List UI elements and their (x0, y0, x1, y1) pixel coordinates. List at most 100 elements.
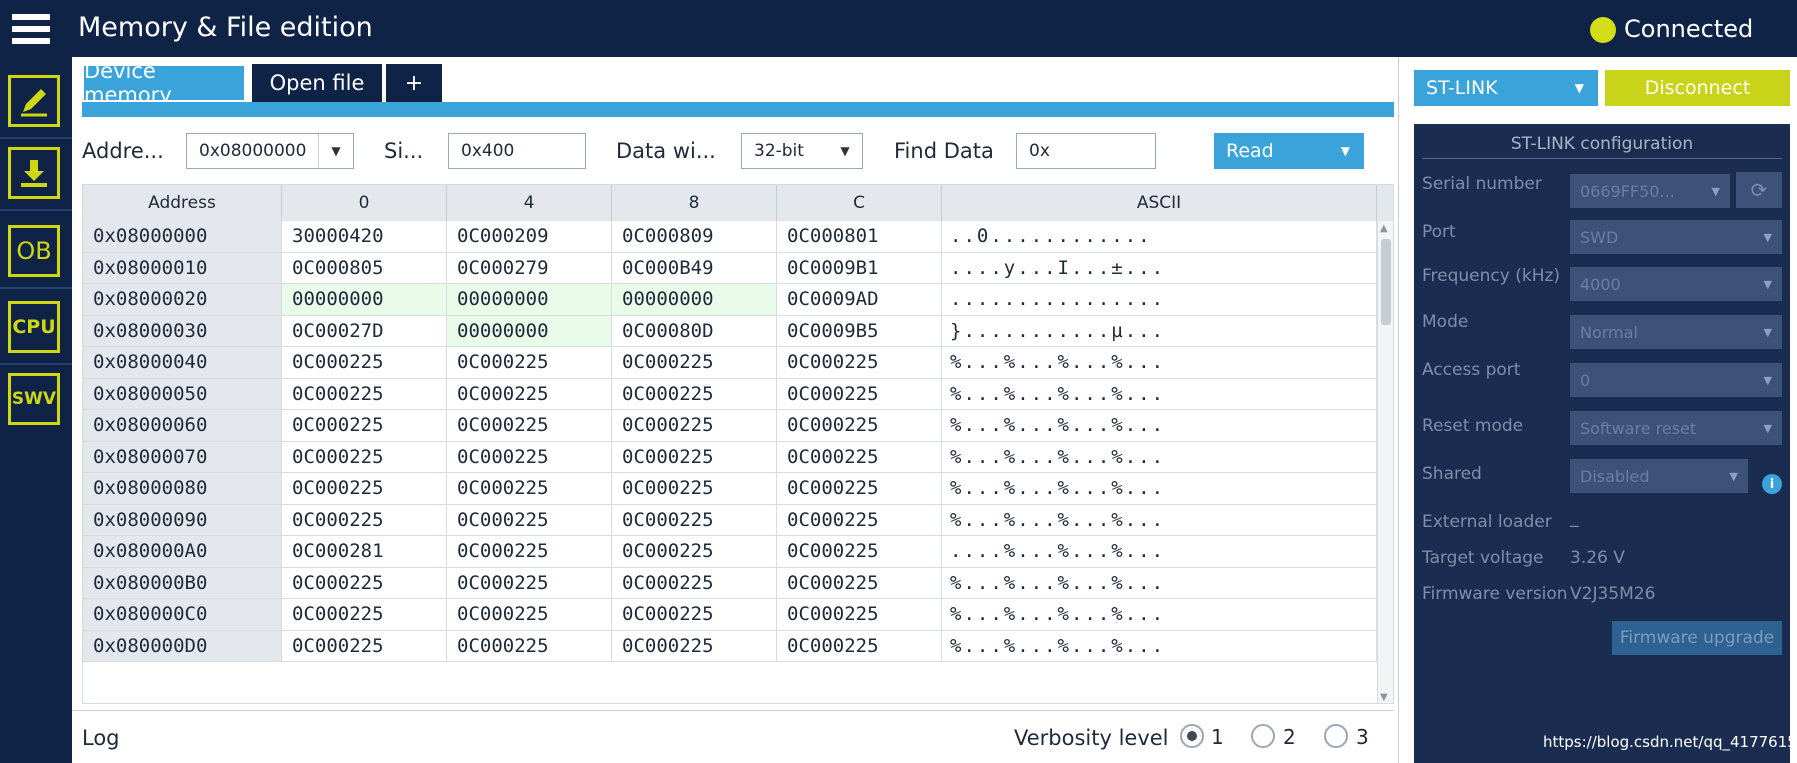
word-cell-4[interactable]: 0C000225 (447, 536, 612, 567)
ascii-cell[interactable]: ..0............ (942, 221, 1377, 252)
address-cell[interactable]: 0x08000080 (83, 473, 282, 504)
word-cell-8[interactable]: 0C00080D (612, 315, 777, 346)
word-cell-0[interactable]: 0C000225 (282, 473, 447, 504)
word-cell-8[interactable]: 0C000225 (612, 410, 777, 441)
word-cell-c[interactable]: 0C000225 (777, 536, 942, 567)
verbosity-radio-1[interactable] (1180, 724, 1204, 748)
column-header-ascii[interactable]: ASCII (942, 185, 1377, 221)
word-cell-4[interactable]: 0C000225 (447, 378, 612, 409)
word-cell-c[interactable]: 0C000225 (777, 630, 942, 661)
column-header-8[interactable]: 8 (612, 185, 777, 221)
address-cell[interactable]: 0x08000040 (83, 347, 282, 378)
word-cell-8[interactable]: 0C000225 (612, 378, 777, 409)
ascii-cell[interactable]: %...%...%...%... (942, 441, 1377, 472)
size-input[interactable] (448, 133, 586, 169)
word-cell-4[interactable]: 0C000225 (447, 504, 612, 535)
word-cell-0[interactable]: 0C000225 (282, 567, 447, 598)
probe-select[interactable]: ST-LINK ▼ (1414, 70, 1598, 106)
chevron-down-icon[interactable]: ▼ (1575, 81, 1584, 95)
word-cell-c[interactable]: 0C000225 (777, 347, 942, 378)
chevron-down-icon[interactable]: ▼ (1730, 470, 1738, 483)
word-cell-8[interactable]: 0C000225 (612, 599, 777, 630)
word-cell-8[interactable]: 0C000225 (612, 567, 777, 598)
sidebar-item-option-bytes[interactable]: OB (8, 225, 60, 277)
word-cell-4[interactable]: 0C000225 (447, 347, 612, 378)
ascii-cell[interactable]: %...%...%...%... (942, 567, 1377, 598)
address-combo[interactable]: 0x08000000 ▼ (186, 133, 354, 169)
word-cell-8[interactable]: 0C000809 (612, 221, 777, 252)
tab-device-memory[interactable]: Device memory (82, 59, 246, 107)
ascii-cell[interactable]: %...%...%...%... (942, 473, 1377, 504)
word-cell-8[interactable]: 0C000225 (612, 441, 777, 472)
word-cell-0[interactable]: 0C000225 (282, 599, 447, 630)
port-select[interactable]: SWD ▼ (1570, 220, 1782, 254)
firmware-upgrade-button[interactable]: Firmware upgrade (1612, 621, 1782, 655)
word-cell-0[interactable]: 0C000225 (282, 630, 447, 661)
ascii-cell[interactable]: %...%...%...%... (942, 630, 1377, 661)
address-cell[interactable]: 0x080000B0 (83, 567, 282, 598)
address-cell[interactable]: 0x080000A0 (83, 536, 282, 567)
word-cell-c[interactable]: 0C000225 (777, 599, 942, 630)
word-cell-4[interactable]: 0C000279 (447, 252, 612, 283)
ascii-cell[interactable]: %...%...%...%... (942, 378, 1377, 409)
ascii-cell[interactable]: ....y...I...±... (942, 252, 1377, 283)
word-cell-c[interactable]: 0C0009B5 (777, 315, 942, 346)
word-cell-4[interactable]: 0C000225 (447, 630, 612, 661)
word-cell-8[interactable]: 0C000225 (612, 347, 777, 378)
access-port-select[interactable]: 0 ▼ (1570, 363, 1782, 397)
word-cell-c[interactable]: 0C0009B1 (777, 252, 942, 283)
word-cell-0[interactable]: 00000000 (282, 284, 447, 315)
info-icon[interactable]: i (1762, 474, 1782, 494)
word-cell-c[interactable]: 0C000801 (777, 221, 942, 252)
word-cell-0[interactable]: 0C000225 (282, 410, 447, 441)
word-cell-8[interactable]: 0C000225 (612, 536, 777, 567)
sidebar-item-cpu[interactable]: CPU (8, 301, 60, 353)
mode-select[interactable]: Normal ▼ (1570, 315, 1782, 349)
chevron-down-icon[interactable]: ▼ (828, 134, 862, 168)
address-cell[interactable]: 0x08000090 (83, 504, 282, 535)
chevron-down-icon[interactable]: ▼ (1341, 144, 1350, 158)
address-cell[interactable]: 0x080000C0 (83, 599, 282, 630)
ascii-cell[interactable]: %...%...%...%... (942, 410, 1377, 441)
word-cell-4[interactable]: 00000000 (447, 315, 612, 346)
chevron-down-icon[interactable]: ▼ (318, 134, 353, 168)
scroll-up-icon[interactable]: ▲ (1380, 223, 1388, 234)
word-cell-c[interactable]: 0C000225 (777, 567, 942, 598)
refresh-icon[interactable]: ⟳ (1736, 172, 1782, 208)
word-cell-4[interactable]: 0C000225 (447, 410, 612, 441)
word-cell-c[interactable]: 0C000225 (777, 410, 942, 441)
word-cell-c[interactable]: 0C000225 (777, 378, 942, 409)
read-button[interactable]: Read ▼ (1214, 133, 1364, 169)
word-cell-4[interactable]: 0C000209 (447, 221, 612, 252)
sidebar-item-download[interactable] (8, 147, 60, 199)
word-cell-c[interactable]: 0C000225 (777, 473, 942, 504)
ascii-cell[interactable]: ....%...%...%... (942, 536, 1377, 567)
frequency-select[interactable]: 4000 ▼ (1570, 267, 1782, 301)
address-cell[interactable]: 0x08000050 (83, 378, 282, 409)
scrollbar-thumb[interactable] (1381, 239, 1391, 325)
vertical-scrollbar[interactable]: ▲ ▼ (1377, 221, 1393, 703)
ascii-cell[interactable]: }...........µ... (942, 315, 1377, 346)
word-cell-8[interactable]: 0C000225 (612, 504, 777, 535)
word-cell-4[interactable]: 00000000 (447, 284, 612, 315)
address-cell[interactable]: 0x08000010 (83, 252, 282, 283)
chevron-down-icon[interactable]: ▼ (1764, 278, 1772, 291)
word-cell-0[interactable]: 0C00027D (282, 315, 447, 346)
hamburger-menu-icon[interactable] (12, 14, 50, 48)
ascii-cell[interactable]: ................ (942, 284, 1377, 315)
ascii-cell[interactable]: %...%...%...%... (942, 347, 1377, 378)
shared-select[interactable]: Disabled ▼ (1570, 459, 1748, 493)
word-cell-0[interactable]: 0C000225 (282, 347, 447, 378)
tab-open-file[interactable]: Open file (252, 64, 382, 102)
address-cell[interactable]: 0x08000070 (83, 441, 282, 472)
word-cell-0[interactable]: 30000420 (282, 221, 447, 252)
address-cell[interactable]: 0x080000D0 (83, 630, 282, 661)
scroll-down-icon[interactable]: ▼ (1380, 692, 1388, 703)
word-cell-0[interactable]: 0C000805 (282, 252, 447, 283)
column-header-0[interactable]: 0 (282, 185, 447, 221)
chevron-down-icon[interactable]: ▼ (1712, 185, 1720, 198)
word-cell-4[interactable]: 0C000225 (447, 567, 612, 598)
address-cell[interactable]: 0x08000000 (83, 221, 282, 252)
find-data-input[interactable] (1016, 133, 1156, 169)
sidebar-item-memory-edit[interactable] (8, 75, 60, 127)
